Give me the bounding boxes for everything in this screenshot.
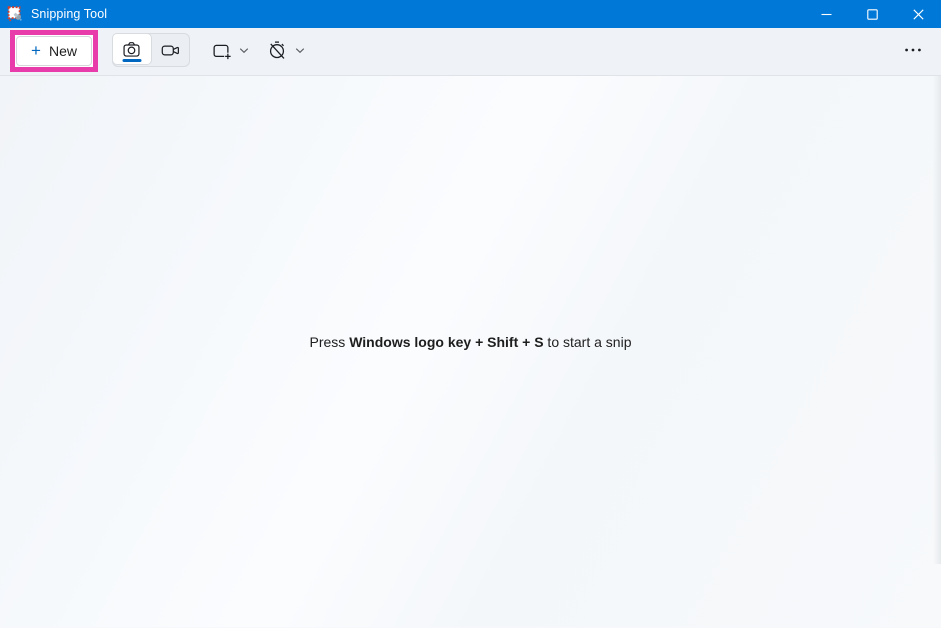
window-title: Snipping Tool bbox=[31, 7, 107, 21]
chevron-down-icon bbox=[239, 47, 249, 54]
selected-mode-indicator bbox=[122, 59, 141, 62]
maximize-icon bbox=[867, 9, 878, 20]
new-snip-button[interactable]: + New bbox=[16, 36, 92, 66]
chevron-down-icon bbox=[295, 47, 305, 54]
minimize-button[interactable] bbox=[803, 0, 849, 28]
capture-mode-toggle bbox=[112, 33, 190, 67]
video-camera-icon bbox=[160, 40, 181, 61]
rectangle-snip-icon bbox=[210, 39, 232, 61]
highlight-annotation: + New bbox=[10, 30, 98, 72]
screenshot-mode-button[interactable] bbox=[112, 33, 152, 65]
camera-icon bbox=[121, 39, 142, 60]
delay-dropdown[interactable] bbox=[260, 33, 311, 67]
timer-off-icon bbox=[266, 39, 288, 61]
ellipsis-icon bbox=[902, 39, 924, 61]
close-icon bbox=[913, 9, 924, 20]
see-more-button[interactable] bbox=[893, 33, 933, 67]
toolbar: + New bbox=[0, 28, 941, 76]
video-mode-button[interactable] bbox=[152, 34, 190, 66]
new-button-label: New bbox=[49, 43, 77, 59]
right-edge-shade bbox=[933, 76, 941, 564]
hint-prefix: Press bbox=[310, 334, 350, 350]
snip-shape-dropdown[interactable] bbox=[204, 33, 255, 67]
window-controls bbox=[803, 0, 941, 28]
titlebar: Snipping Tool bbox=[0, 0, 941, 28]
close-button[interactable] bbox=[895, 0, 941, 28]
start-snip-hint: Press Windows logo key + Shift + S to st… bbox=[0, 334, 941, 350]
maximize-button[interactable] bbox=[849, 0, 895, 28]
canvas-area: Press Windows logo key + Shift + S to st… bbox=[0, 76, 941, 627]
snipping-tool-app-icon bbox=[7, 6, 23, 22]
plus-icon: + bbox=[31, 42, 41, 59]
minimize-icon bbox=[821, 9, 832, 20]
hint-shortcut: Windows logo key + Shift + S bbox=[349, 334, 543, 350]
snipping-tool-window: Snipping Tool bbox=[0, 0, 941, 628]
hint-suffix: to start a snip bbox=[544, 334, 632, 350]
